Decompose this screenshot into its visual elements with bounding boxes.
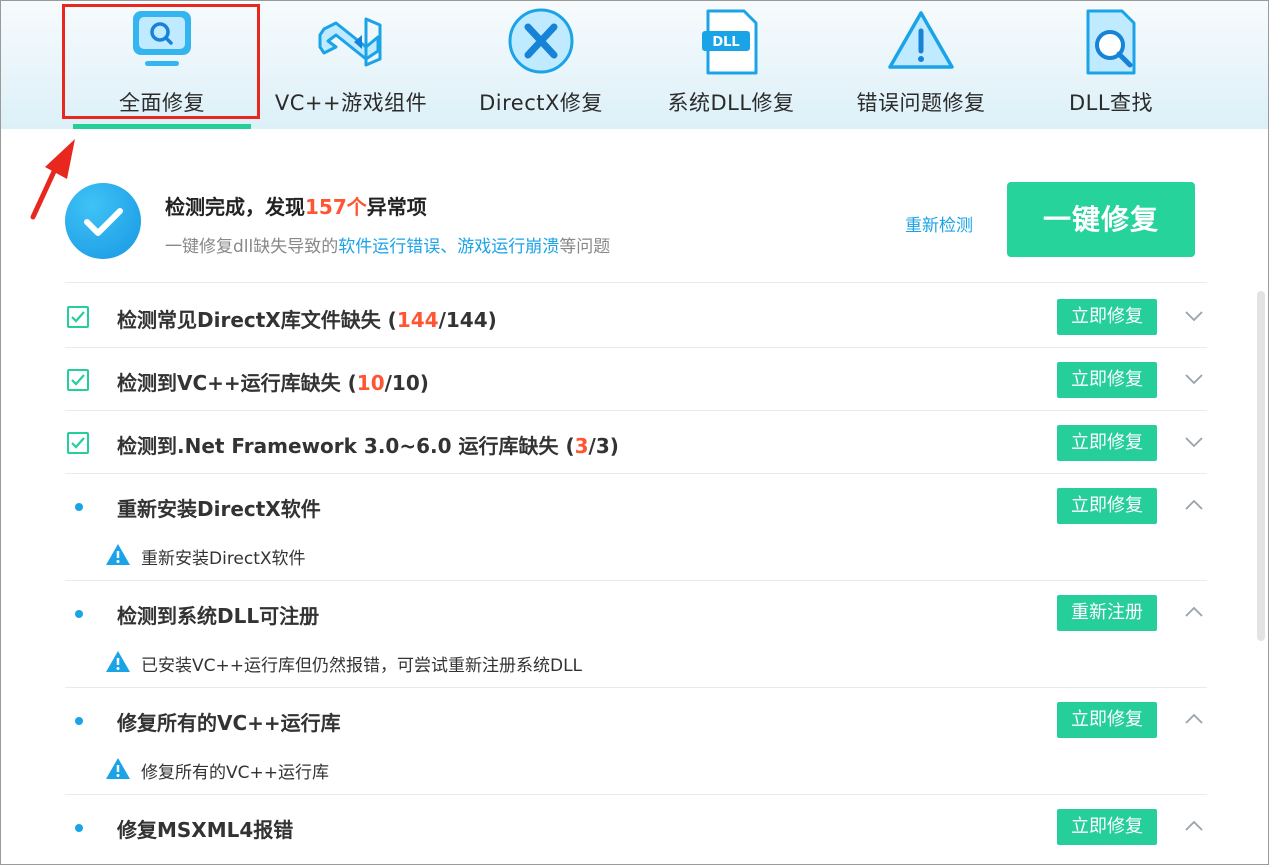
chevron-down-icon[interactable]	[1183, 307, 1205, 325]
checkbox[interactable]	[67, 432, 89, 454]
issue-row-dotnet: 检测到.Net Framework 3.0~6.0 运行库缺失 (3/3) 立即…	[65, 411, 1207, 474]
issue-list: 检测常见DirectX库文件缺失 (144/144) 立即修复 检测到VC++运…	[65, 285, 1207, 857]
bullet-dot	[75, 717, 83, 725]
fix-now-button[interactable]: 立即修复	[1057, 299, 1157, 335]
chevron-up-icon[interactable]	[1183, 710, 1205, 728]
scrollbar[interactable]	[1257, 291, 1265, 641]
tab-system-dll[interactable]: DLL 系统DLL修复	[636, 1, 826, 129]
issue-row-register-dll: 检测到系统DLL可注册 重新注册 已安装VC++运行库但仍然报错，可尝试重新注册…	[65, 581, 1207, 688]
warning-icon	[105, 650, 131, 674]
rescan-link[interactable]: 重新检测	[905, 211, 973, 236]
issue-detail: 修复所有的VC++运行库	[65, 750, 1207, 794]
issue-title: 检测到VC++运行库缺失 (10/10)	[117, 367, 429, 396]
issue-row-reinstall-directx: 重新安装DirectX软件 立即修复 重新安装DirectX软件	[65, 474, 1207, 581]
detail-text: 已安装VC++运行库但仍然报错，可尝试重新注册系统DLL	[141, 651, 582, 676]
tab-label: 错误问题修复	[826, 87, 1016, 117]
issue-detail: 重新安装DirectX软件	[65, 536, 1207, 580]
dll-file-icon: DLL	[694, 7, 768, 77]
checkbox[interactable]	[67, 306, 89, 328]
summary-title: 检测完成，发现157个异常项	[165, 191, 427, 220]
detail-text: 修复所有的VC++运行库	[141, 758, 329, 783]
fix-now-button[interactable]: 立即修复	[1057, 362, 1157, 398]
issue-row-msxml4: 修复MSXML4报错 立即修复	[65, 795, 1207, 857]
fix-now-button[interactable]: 立即修复	[1057, 488, 1157, 524]
bullet-dot	[75, 610, 83, 618]
fix-now-button[interactable]: 立即修复	[1057, 702, 1157, 738]
fix-now-button[interactable]: 立即修复	[1057, 809, 1157, 845]
issue-title: 重新安装DirectX软件	[117, 493, 321, 522]
issue-title: 检测到.Net Framework 3.0~6.0 运行库缺失 (3/3)	[117, 430, 619, 459]
checkbox[interactable]	[67, 369, 89, 391]
tab-label: 系统DLL修复	[636, 87, 826, 117]
chevron-up-icon[interactable]	[1183, 603, 1205, 621]
warning-triangle-icon	[884, 7, 958, 77]
scan-summary: 检测完成，发现157个异常项 一键修复dll缺失导致的软件运行错误、游戏运行崩溃…	[65, 171, 1207, 283]
active-tab-indicator	[73, 124, 251, 129]
visual-studio-icon	[314, 7, 388, 77]
issue-title: 检测常见DirectX库文件缺失 (144/144)	[117, 304, 497, 333]
one-click-fix-button[interactable]: 一键修复	[1007, 182, 1195, 257]
directx-icon	[504, 7, 578, 77]
issue-title: 检测到系统DLL可注册	[117, 600, 319, 629]
tab-vc-components[interactable]: VC++游戏组件	[256, 1, 446, 129]
detail-text: 重新安装DirectX软件	[141, 544, 306, 569]
warning-icon	[105, 757, 131, 781]
monitor-search-icon	[125, 7, 199, 77]
tab-dll-search[interactable]: DLL查找	[1016, 1, 1206, 129]
tab-bar: 全面修复 VC++游戏组件 DirectX修复 DLL 系	[1, 1, 1269, 129]
app-window: 全面修复 VC++游戏组件 DirectX修复 DLL 系	[0, 0, 1269, 865]
bullet-dot	[75, 503, 83, 511]
issue-row-vc-runtime: 检测到VC++运行库缺失 (10/10) 立即修复	[65, 348, 1207, 411]
tab-error-repair[interactable]: 错误问题修复	[826, 1, 1016, 129]
success-check-icon	[65, 183, 141, 259]
tab-directx[interactable]: DirectX修复	[446, 1, 636, 129]
issue-row-directx-files: 检测常见DirectX库文件缺失 (144/144) 立即修复	[65, 285, 1207, 348]
re-register-button[interactable]: 重新注册	[1057, 595, 1157, 631]
svg-text:DLL: DLL	[712, 35, 739, 50]
chevron-up-icon[interactable]	[1183, 817, 1205, 835]
fix-now-button[interactable]: 立即修复	[1057, 425, 1157, 461]
issue-title: 修复所有的VC++运行库	[117, 707, 341, 736]
file-search-icon	[1074, 7, 1148, 77]
chevron-up-icon[interactable]	[1183, 496, 1205, 514]
anomaly-count: 157个	[305, 195, 367, 219]
summary-subtitle: 一键修复dll缺失导致的软件运行错误、游戏运行崩溃等问题	[165, 232, 610, 257]
tab-full-repair[interactable]: 全面修复	[67, 1, 257, 129]
chevron-down-icon[interactable]	[1183, 370, 1205, 388]
warning-icon	[105, 543, 131, 567]
bullet-dot	[75, 824, 83, 832]
tab-label: VC++游戏组件	[256, 87, 446, 117]
issue-title: 修复MSXML4报错	[117, 814, 293, 843]
issue-detail: 已安装VC++运行库但仍然报错，可尝试重新注册系统DLL	[65, 643, 1207, 687]
chevron-down-icon[interactable]	[1183, 433, 1205, 451]
tab-label: DirectX修复	[446, 87, 636, 117]
tab-label: DLL查找	[1016, 87, 1206, 117]
tab-label: 全面修复	[67, 87, 257, 117]
issue-row-repair-vc: 修复所有的VC++运行库 立即修复 修复所有的VC++运行库	[65, 688, 1207, 795]
